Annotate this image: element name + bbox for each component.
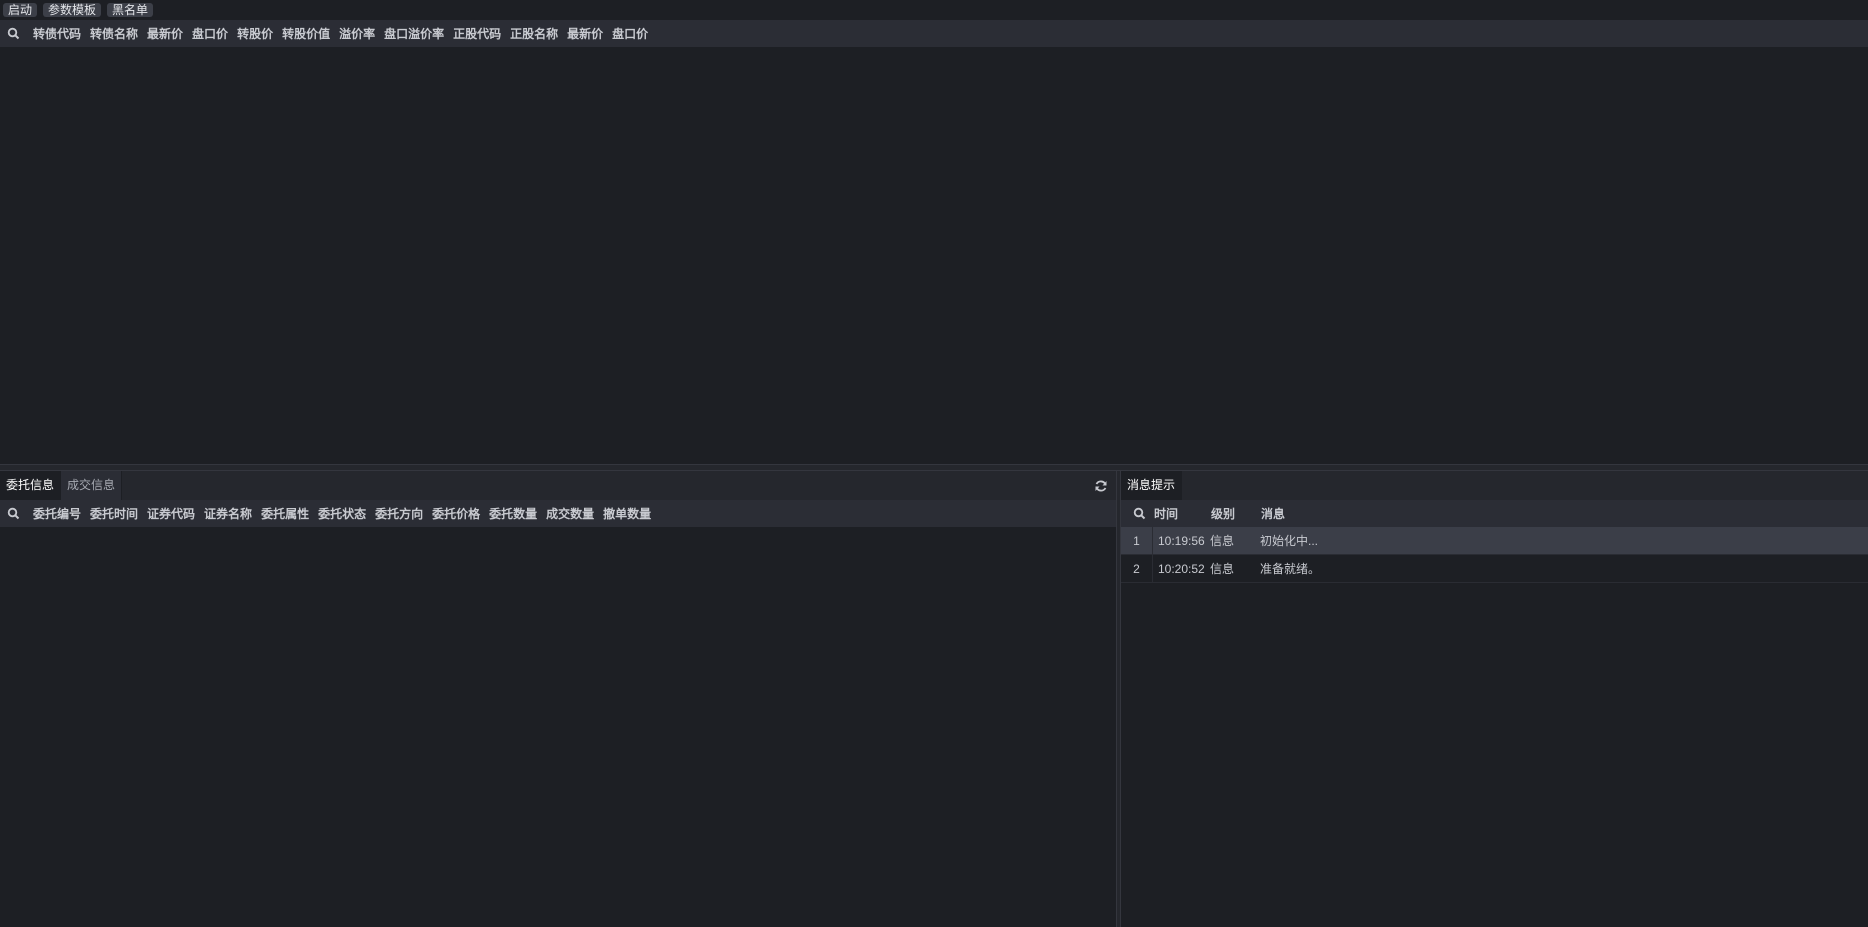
search-icon[interactable] <box>7 507 21 521</box>
table-row[interactable]: 2 10:20:52 信息 准备就绪。 <box>1121 554 1868 583</box>
column-header[interactable]: 委托时间 <box>90 505 138 522</box>
column-header[interactable]: 成交数量 <box>546 505 594 522</box>
row-message: 初始化中... <box>1260 534 1319 548</box>
message-tabbar: 消息提示 <box>1121 471 1868 500</box>
column-header[interactable]: 证券代码 <box>147 505 195 522</box>
top-toolbar: 启动 参数模板 黑名单 <box>0 0 1868 19</box>
order-tabbar: 委托信息 成交信息 <box>0 471 1116 500</box>
column-header-time[interactable]: 时间 <box>1154 505 1211 522</box>
column-header[interactable]: 转债代码 <box>33 25 81 42</box>
param-template-button[interactable]: 参数模板 <box>43 2 102 17</box>
column-header-message[interactable]: 消息 <box>1261 505 1285 522</box>
horizontal-splitter[interactable] <box>0 464 1868 471</box>
column-header[interactable]: 转股价 <box>237 25 273 42</box>
column-header[interactable]: 最新价 <box>567 25 603 42</box>
column-header[interactable]: 证券名称 <box>204 505 252 522</box>
column-header[interactable]: 溢价率 <box>339 25 375 42</box>
column-header[interactable]: 委托方向 <box>375 505 423 522</box>
column-header[interactable]: 正股名称 <box>510 25 558 42</box>
column-header[interactable]: 正股代码 <box>453 25 501 42</box>
start-button[interactable]: 启动 <box>3 2 38 17</box>
search-icon[interactable] <box>1133 507 1147 521</box>
tab-messages[interactable]: 消息提示 <box>1121 471 1183 500</box>
table-row[interactable]: 1 10:19:56 信息 初始化中... <box>1121 526 1868 555</box>
column-header[interactable]: 委托数量 <box>489 505 537 522</box>
message-grid-header: 时间 级别 消息 <box>1121 500 1868 527</box>
row-level: 信息 <box>1210 534 1235 548</box>
tab-trade-info[interactable]: 成交信息 <box>61 471 123 500</box>
message-list: 1 10:19:56 信息 初始化中... 2 10:20:52 信息 准备就绪… <box>1121 526 1868 583</box>
column-header[interactable]: 委托属性 <box>261 505 309 522</box>
column-header[interactable]: 委托编号 <box>33 505 81 522</box>
column-header[interactable]: 最新价 <box>147 25 183 42</box>
row-index: 1 <box>1121 526 1153 555</box>
order-grid-header: 委托编号 委托时间 证券代码 证券名称 委托属性 委托状态 委托方向 委托价格 … <box>0 500 1116 527</box>
row-time: 10:19:56 <box>1158 533 1205 548</box>
column-header[interactable]: 委托价格 <box>432 505 480 522</box>
bond-grid-header: 转债代码 转债名称 最新价 盘口价 转股价 转股价值 溢价率 盘口溢价率 正股代… <box>0 20 1868 47</box>
column-header[interactable]: 盘口价 <box>192 25 228 42</box>
column-header[interactable]: 盘口价 <box>612 25 648 42</box>
row-time: 10:20:52 <box>1158 561 1205 576</box>
refresh-icon[interactable] <box>1094 479 1108 493</box>
column-header[interactable]: 转债名称 <box>90 25 138 42</box>
column-header[interactable]: 盘口溢价率 <box>384 25 444 42</box>
bond-grid-body[interactable] <box>0 47 1868 465</box>
row-message: 准备就绪。 <box>1260 562 1321 576</box>
column-header[interactable]: 转股价值 <box>282 25 330 42</box>
column-header-level[interactable]: 级别 <box>1211 505 1261 522</box>
search-icon[interactable] <box>7 27 21 41</box>
column-header[interactable]: 委托状态 <box>318 505 366 522</box>
column-header[interactable]: 撤单数量 <box>603 505 651 522</box>
tab-order-info[interactable]: 委托信息 <box>0 471 62 500</box>
row-level: 信息 <box>1210 562 1235 576</box>
blacklist-button[interactable]: 黑名单 <box>107 2 154 17</box>
row-index: 2 <box>1121 554 1153 583</box>
